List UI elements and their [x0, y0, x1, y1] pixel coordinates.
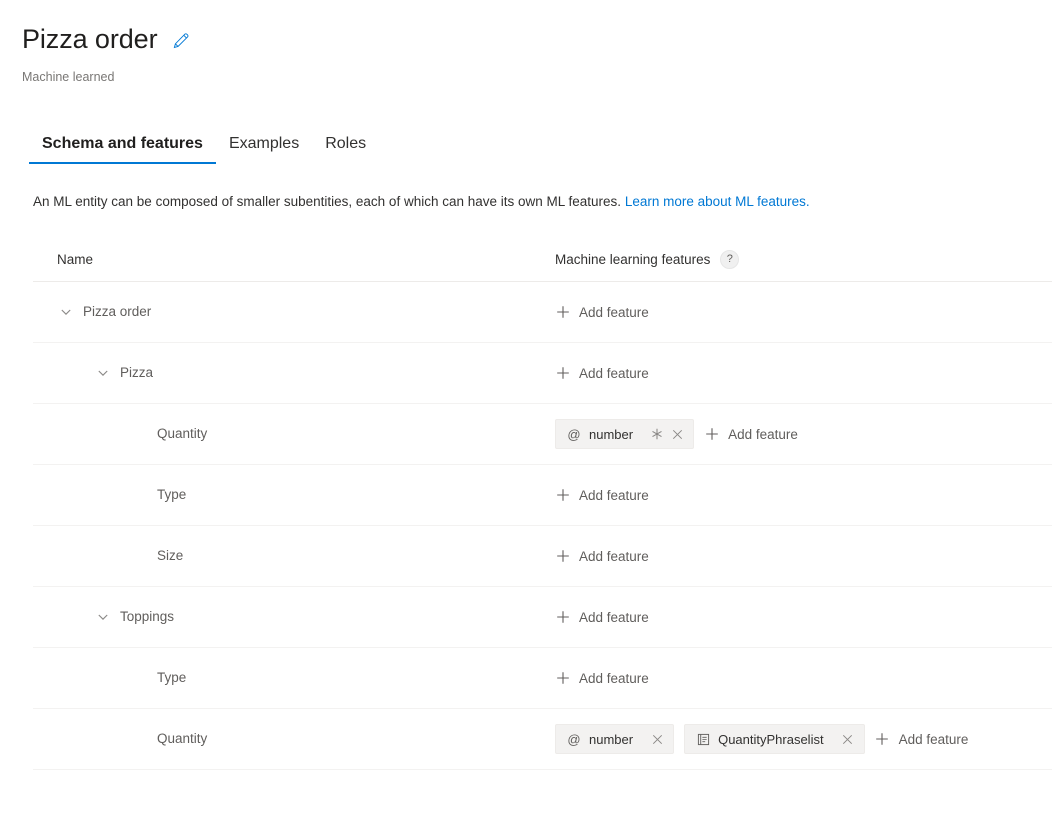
add-feature-label: Add feature	[898, 731, 969, 747]
close-icon[interactable]	[667, 424, 687, 444]
features-cell: @ number QuantityPhraselist Add feature	[555, 724, 1052, 754]
plus-icon	[555, 366, 570, 381]
close-icon[interactable]	[647, 729, 667, 749]
plus-icon	[704, 427, 719, 442]
add-feature-label: Add feature	[579, 365, 649, 381]
tab-roles[interactable]: Roles	[312, 133, 379, 164]
entity-schema-page: Pizza order Machine learned Schema and f…	[0, 0, 1052, 829]
title-row: Pizza order	[22, 22, 1052, 56]
description-sentence: An ML entity can be composed of smaller …	[33, 194, 625, 209]
column-header-features: Machine learning features ?	[555, 250, 740, 269]
feature-chip-label: number	[589, 731, 634, 747]
entity-name-cell: Toppings	[33, 608, 555, 626]
features-cell: @ number Add feature	[555, 419, 1052, 449]
plus-icon	[555, 488, 570, 503]
entity-name-label: Type	[157, 487, 187, 502]
plus-icon	[555, 671, 570, 686]
entity-name-label: Toppings	[120, 609, 175, 624]
at-sign-icon: @	[567, 731, 581, 747]
add-feature-button[interactable]: Add feature	[704, 427, 798, 442]
column-header-name: Name	[57, 252, 94, 267]
tab-bar: Schema and features Examples Roles	[29, 128, 1052, 164]
tab-schema-and-features[interactable]: Schema and features	[29, 133, 216, 164]
chevron-down-icon[interactable]	[57, 303, 75, 321]
feature-chip[interactable]: @ number	[555, 419, 695, 449]
features-cell: Add feature	[555, 366, 1052, 381]
feature-chip-label: number	[589, 426, 634, 442]
entity-type-subtitle: Machine learned	[22, 70, 115, 84]
add-feature-label: Add feature	[579, 548, 649, 564]
page-header: Pizza order Machine learned	[0, 0, 1052, 85]
chevron-down-icon[interactable]	[94, 608, 112, 626]
at-sign-icon: @	[567, 426, 581, 442]
feature-chip[interactable]: @ number	[555, 724, 675, 754]
entity-name-cell: Quantity	[33, 730, 555, 748]
add-feature-button[interactable]: Add feature	[555, 305, 649, 320]
features-cell: Add feature	[555, 549, 1052, 564]
required-asterisk-icon[interactable]	[647, 424, 667, 444]
features-cell: Add feature	[555, 488, 1052, 503]
features-cell: Add feature	[555, 610, 1052, 625]
add-feature-label: Add feature	[579, 304, 649, 320]
plus-icon	[555, 549, 570, 564]
table-row: Toppings Add feature	[33, 587, 1052, 648]
entity-name-cell: Size	[33, 547, 555, 565]
add-feature-button[interactable]: Add feature	[555, 671, 649, 686]
learn-more-link[interactable]: Learn more about ML features.	[625, 194, 810, 209]
help-icon[interactable]: ?	[720, 250, 740, 269]
entity-name-cell: Pizza order	[33, 303, 555, 321]
description-text: An ML entity can be composed of smaller …	[33, 192, 1052, 211]
plus-icon	[555, 610, 570, 625]
add-feature-button[interactable]: Add feature	[555, 488, 649, 503]
table-row: Size Add feature	[33, 526, 1052, 587]
entity-name-cell: Type	[33, 669, 555, 687]
feature-chip[interactable]: QuantityPhraselist	[684, 724, 865, 754]
add-feature-label: Add feature	[579, 609, 649, 625]
table-row: Type Add feature	[33, 465, 1052, 526]
table-row: Quantity @ number QuantityPhraselist Add fea…	[33, 709, 1052, 770]
table-row: Pizza order Add feature	[33, 282, 1052, 343]
table-row: Type Add feature	[33, 648, 1052, 709]
add-feature-button[interactable]: Add feature	[555, 610, 649, 625]
add-feature-label: Add feature	[579, 487, 649, 503]
plus-icon	[875, 732, 890, 747]
schema-table: Name Machine learning features ? Pizza o…	[33, 244, 1052, 770]
close-icon[interactable]	[838, 729, 858, 749]
features-cell: Add feature	[555, 671, 1052, 686]
chevron-down-icon[interactable]	[94, 364, 112, 382]
table-row: Quantity @ number Add feature	[33, 404, 1052, 465]
entity-name-label: Type	[157, 670, 187, 685]
tab-examples[interactable]: Examples	[216, 133, 312, 164]
feature-chip-label: QuantityPhraselist	[718, 731, 824, 747]
entity-name-cell: Pizza	[33, 364, 555, 382]
entity-name-label: Quantity	[157, 426, 208, 441]
add-feature-label: Add feature	[579, 670, 649, 686]
features-cell: Add feature	[555, 305, 1052, 320]
entity-name-label: Quantity	[157, 731, 208, 746]
add-feature-label: Add feature	[728, 426, 798, 442]
add-feature-button[interactable]: Add feature	[555, 366, 649, 381]
entity-name-label: Pizza	[120, 365, 154, 380]
entity-name-label: Pizza order	[83, 304, 152, 319]
entity-name-cell: Quantity	[33, 425, 555, 443]
entity-name-label: Size	[157, 548, 184, 563]
table-body: Pizza order Add feature Pizza Add feature Qu…	[33, 282, 1052, 770]
entity-name-cell: Type	[33, 486, 555, 504]
phraselist-icon	[695, 731, 711, 747]
column-header-features-label: Machine learning features	[555, 252, 711, 267]
add-feature-button[interactable]: Add feature	[555, 549, 649, 564]
plus-icon	[555, 305, 570, 320]
table-header-row: Name Machine learning features ?	[33, 244, 1052, 282]
table-row: Pizza Add feature	[33, 343, 1052, 404]
pencil-icon[interactable]	[169, 30, 191, 52]
page-title: Pizza order	[22, 24, 158, 54]
add-feature-button[interactable]: Add feature	[875, 731, 969, 747]
